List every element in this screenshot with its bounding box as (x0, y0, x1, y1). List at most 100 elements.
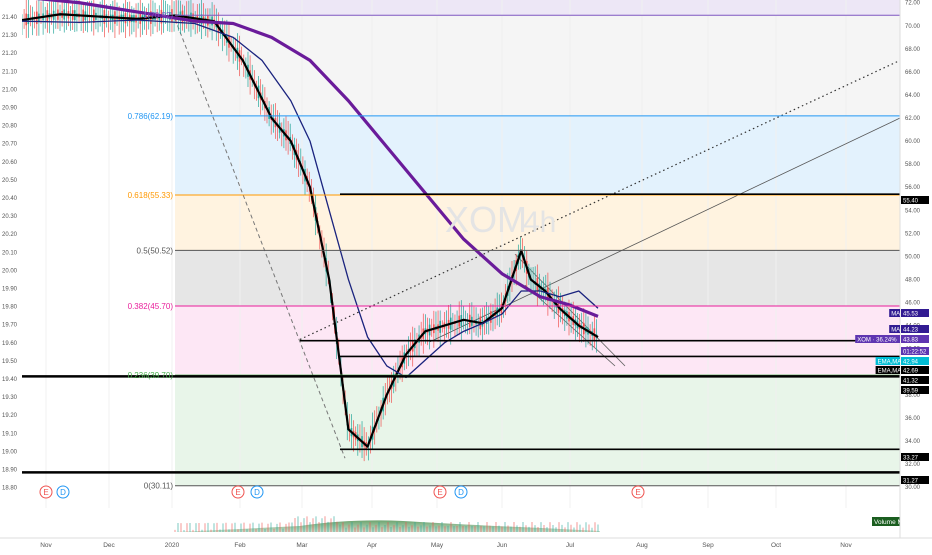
price-tag-value: 45.53 (903, 312, 919, 318)
price-tag-value: 41.32 (903, 379, 919, 385)
left-tick-label: 20.50 (2, 178, 18, 184)
left-tick-label: 20.10 (2, 250, 18, 256)
time-axis-label: Dec (103, 542, 115, 549)
left-tick-label: 19.70 (2, 323, 18, 329)
volume-pane: Volume MA644.745K (22, 508, 932, 532)
time-axis-label: Jul (566, 542, 575, 549)
price-tag-value: 42.69 (903, 369, 919, 375)
event-marker-label: D (458, 488, 464, 497)
time-axis-label: 2020 (165, 542, 180, 549)
left-tick-label: 21.10 (2, 69, 18, 75)
fib-level-label: 0.5(50.52) (137, 246, 174, 255)
right-tick-label: 58.00 (905, 162, 921, 168)
left-tick-label: 20.90 (2, 106, 18, 112)
fib-band (175, 0, 900, 16)
fib-labels: 1(70.92) 0.786(62.19) 0.618(55.33) 0.5(50.5… (128, 11, 174, 491)
price-tag-label: EMA,MA (878, 360, 902, 366)
time-axis-label: Jun (497, 542, 508, 549)
right-tick-label: 36.00 (905, 416, 921, 422)
price-tag-label: EMA,MA (878, 369, 902, 375)
symbol-watermark: XOM (445, 199, 527, 240)
left-tick-label: 20.30 (2, 214, 18, 220)
right-tick-label: 64.00 (905, 93, 921, 99)
right-tick-label: 62.00 (905, 116, 921, 122)
fib-band (175, 15, 900, 116)
time-axis-label: Aug (636, 542, 648, 549)
left-tick-label: 19.60 (2, 341, 18, 347)
price-tag-value: 42.94 (903, 360, 919, 366)
left-tick-label: 20.20 (2, 232, 18, 238)
fib-level-label: 0(30.11) (144, 482, 174, 491)
price-tag-label: XOM · 36.24% (857, 338, 897, 344)
interval-watermark: 4h (523, 206, 556, 239)
left-tick-label: 18.80 (2, 486, 18, 492)
price-tag-value: 44.23 (903, 328, 919, 334)
event-marker-label: E (635, 488, 640, 497)
event-marker-label: D (254, 488, 260, 497)
fib-level-label: 0.382(45.70) (128, 302, 174, 311)
event-marker-label: E (437, 488, 442, 497)
price-tag-value: 43.83 (903, 338, 919, 344)
time-axis-label: Apr (367, 542, 378, 549)
left-tick-label: 19.10 (2, 431, 18, 437)
time-axis-label: Oct (771, 542, 781, 549)
time-axis-label: May (431, 542, 444, 549)
left-tick-label: 20.60 (2, 160, 18, 166)
chart-stage: 1(70.92) 0.786(62.19) 0.618(55.33) 0.5(50.5… (0, 0, 932, 550)
left-tick-label: 19.30 (2, 395, 18, 401)
price-tag-value: 33.27 (903, 456, 919, 462)
event-markers: EDEDEDE (39, 485, 645, 499)
event-marker-label: E (235, 488, 240, 497)
time-axis: Nov Dec 2020 Feb Mar Apr May Jun Jul Aug Sep Oct Nov (0, 537, 932, 550)
left-tick-label: 19.00 (2, 449, 18, 455)
event-marker-label: E (43, 488, 48, 497)
time-axis-label: Mar (296, 542, 308, 549)
price-chart[interactable]: 1(70.92) 0.786(62.19) 0.618(55.33) 0.5(50.5… (0, 0, 932, 550)
left-tick-label: 21.30 (2, 33, 18, 39)
left-tick-label: 19.20 (2, 413, 18, 419)
right-tick-label: 66.00 (905, 70, 921, 76)
fib-level-label: 0.786(62.19) (128, 112, 174, 121)
left-tick-label: 20.00 (2, 268, 18, 274)
right-tick-label: 46.00 (905, 301, 921, 307)
time-axis-label: Sep (702, 542, 714, 549)
left-tick-label: 19.50 (2, 359, 18, 365)
fib-level-label: 1(70.92) (143, 11, 173, 20)
event-marker-label: D (60, 488, 66, 497)
price-tag-value: 39.59 (903, 389, 919, 395)
right-tick-label: 60.00 (905, 139, 921, 145)
left-tick-label: 19.80 (2, 305, 18, 311)
price-tag-value: 55.40 (903, 199, 919, 205)
fib-bands (175, 0, 900, 486)
right-tick-label: 52.00 (905, 231, 921, 237)
right-tick-label: 34.00 (905, 439, 921, 445)
right-tick-label: 72.00 (905, 1, 921, 7)
right-tick-label: 30.00 (905, 485, 921, 491)
left-tick-label: 20.70 (2, 142, 18, 148)
right-tick-label: 68.00 (905, 47, 921, 53)
left-axis: 21.40 21.30 21.20 21.10 21.00 20.90 20.80 20.70… (0, 0, 22, 538)
price-tag-value: 31.27 (903, 479, 919, 485)
left-tick-label: 18.90 (2, 468, 18, 474)
right-tick-label: 48.00 (905, 277, 921, 283)
fib-level-label: 0.618(55.33) (128, 191, 174, 200)
right-tick-label: 56.00 (905, 185, 921, 191)
right-tick-label: 70.00 (905, 24, 921, 30)
price-tag-value: 01:22:52 (903, 350, 927, 356)
price-tag-label: MA (891, 312, 900, 318)
left-tick-label: 19.90 (2, 287, 18, 293)
right-tick-label: 50.00 (905, 254, 921, 260)
left-tick-label: 20.40 (2, 196, 18, 202)
time-axis-label: Nov (840, 542, 852, 549)
price-tag-label: MA (891, 328, 900, 334)
fib-band (175, 375, 900, 486)
time-axis-bg (0, 538, 932, 550)
fib-level-label: 0.236(39.70) (128, 371, 174, 380)
left-tick-label: 20.80 (2, 124, 18, 130)
right-tick-label: 32.00 (905, 462, 921, 468)
left-tick-label: 19.40 (2, 377, 18, 383)
time-axis-label: Feb (234, 542, 246, 549)
left-tick-label: 21.40 (2, 15, 18, 21)
left-tick-label: 21.20 (2, 51, 18, 57)
time-axis-label: Nov (40, 542, 52, 549)
